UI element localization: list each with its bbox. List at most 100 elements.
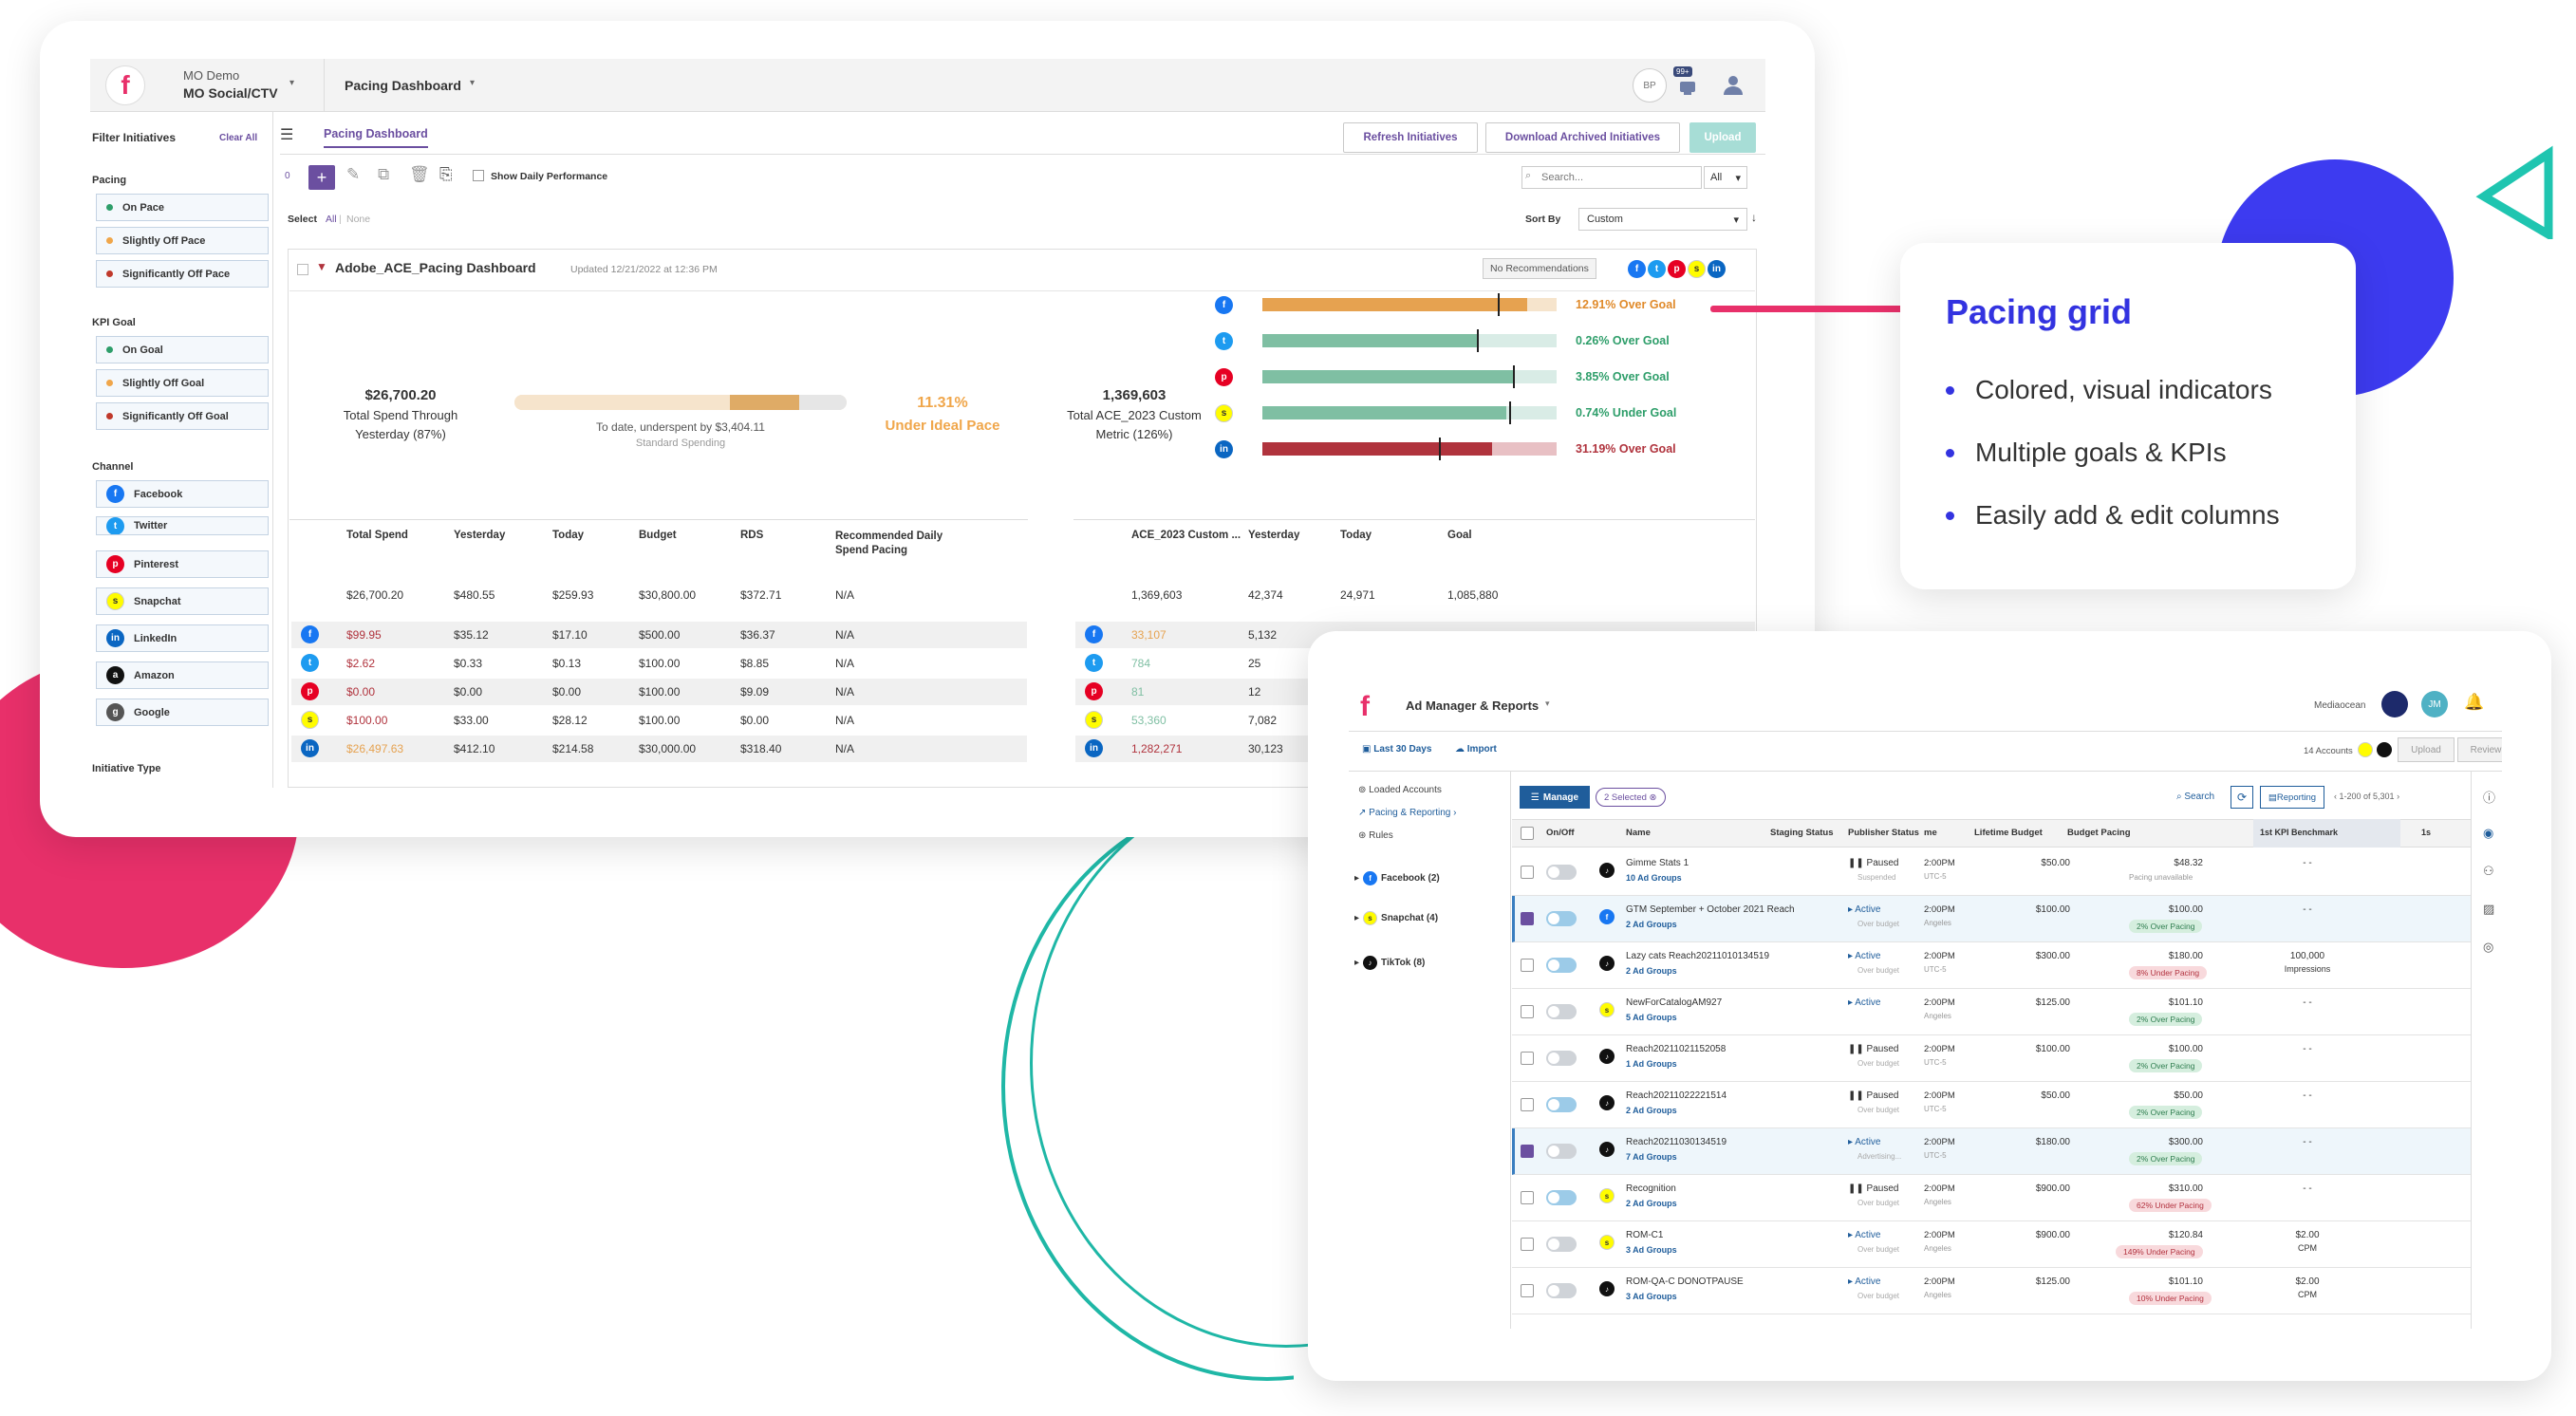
row-name[interactable]: Gimme Stats 1 <box>1626 858 1689 868</box>
sort-select[interactable]: Custom ▾ <box>1578 208 1747 231</box>
account-name[interactable]: MO Social/CTV <box>183 85 278 101</box>
row-name[interactable]: Reach20211030134519 <box>1626 1137 1727 1147</box>
row-ad-groups[interactable]: 3 Ad Groups <box>1626 1245 1677 1255</box>
upload-button[interactable]: Upload <box>2398 737 2455 762</box>
view-chevron-down-icon[interactable]: ▾ <box>470 78 475 88</box>
row-name[interactable]: Recognition <box>1626 1183 1676 1194</box>
metric-col-header[interactable]: Today <box>1340 530 1372 541</box>
edit-icon[interactable]: ✎ <box>346 165 360 184</box>
app-logo[interactable]: f <box>105 65 145 105</box>
select-all-checkbox[interactable] <box>1521 827 1534 840</box>
spend-col-header[interactable]: Budget <box>639 530 677 541</box>
on-off-toggle[interactable] <box>1546 865 1577 880</box>
row-ad-groups[interactable]: 2 Ad Groups <box>1626 1199 1677 1208</box>
clear-all-link[interactable]: Clear All <box>219 133 257 143</box>
filter-channel-pinterest[interactable]: p Pinterest <box>96 550 269 578</box>
spend-col-header[interactable]: Total Spend <box>346 530 408 541</box>
review-button[interactable]: Review <box>2457 737 2502 762</box>
copy-icon[interactable]: ⧉ <box>378 165 389 184</box>
row-ad-groups[interactable]: 2 Ad Groups <box>1626 1106 1677 1115</box>
filter-channel-twitter[interactable]: t Twitter <box>96 516 269 535</box>
filter-significantly-off-goal[interactable]: Significantly Off Goal <box>96 402 269 430</box>
manage-button[interactable]: ☰ Manage <box>1520 786 1590 809</box>
image-icon[interactable]: ▨ <box>2483 902 2494 917</box>
initiative-checkbox[interactable] <box>297 264 308 275</box>
row-checkbox[interactable] <box>1521 1052 1534 1065</box>
reporting-button[interactable]: ▤ Reporting <box>2260 786 2324 809</box>
row-name[interactable]: ROM-QA-C DONOTPAUSE <box>1626 1276 1744 1287</box>
on-off-toggle[interactable] <box>1546 958 1577 973</box>
tab-pacing-dashboard[interactable]: Pacing Dashboard <box>324 127 428 148</box>
row-checkbox[interactable] <box>1521 912 1534 925</box>
on-off-toggle[interactable] <box>1546 1144 1577 1159</box>
row-checkbox[interactable] <box>1521 959 1534 972</box>
metric-col-header[interactable]: Yesterday <box>1248 530 1299 541</box>
row-name[interactable]: Reach20211021152058 <box>1626 1044 1726 1054</box>
upload-button[interactable]: Upload <box>1689 122 1756 153</box>
spend-col-header[interactable]: Today <box>552 530 584 541</box>
on-off-toggle[interactable] <box>1546 1051 1577 1066</box>
info-icon[interactable]: ⓘ <box>2483 788 2495 806</box>
recommendations-badge[interactable]: No Recommendations <box>1483 258 1596 279</box>
col-budget-pacing[interactable]: Budget Pacing <box>2067 828 2131 838</box>
sort-direction-icon[interactable]: ↓ <box>1751 211 1757 224</box>
spend-col-header[interactable]: Recommended Daily Spend Pacing <box>835 530 968 558</box>
on-off-toggle[interactable] <box>1546 1097 1577 1112</box>
nav-group-facebook[interactable]: ▸ f Facebook (2) <box>1354 871 1440 885</box>
download-archived-button[interactable]: Download Archived Initiatives <box>1485 122 1680 153</box>
row-checkbox[interactable] <box>1521 1284 1534 1297</box>
compass-icon[interactable]: ◉ <box>2483 826 2493 841</box>
search-input[interactable]: Search... <box>1521 166 1702 189</box>
target-icon[interactable]: ◎ <box>2483 940 2493 955</box>
app-logo[interactable]: f <box>1360 691 1370 723</box>
org-logo[interactable] <box>2381 691 2408 717</box>
row-name[interactable]: Reach20211022221514 <box>1626 1090 1727 1101</box>
nav-rules[interactable]: ⊛ Rules <box>1358 830 1393 841</box>
filter-on-pace[interactable]: On Pace <box>96 194 269 221</box>
col-staging-status[interactable]: Staging Status <box>1770 828 1834 838</box>
filter-slightly-off-pace[interactable]: Slightly Off Pace <box>96 227 269 254</box>
row-name[interactable]: NewForCatalogAM927 <box>1626 997 1722 1008</box>
users-icon[interactable]: ⚇ <box>2483 864 2494 879</box>
menu-icon[interactable]: ☰ <box>280 125 293 144</box>
view-selector[interactable]: Pacing Dashboard <box>345 78 461 93</box>
select-all-link[interactable]: All <box>326 214 337 225</box>
row-checkbox[interactable] <box>1521 1238 1534 1251</box>
date-range[interactable]: ▣ Last 30 Days <box>1362 744 1431 755</box>
initiative-name[interactable]: Adobe_ACE_Pacing Dashboard <box>335 260 536 275</box>
import-link[interactable]: ☁ Import <box>1455 744 1497 755</box>
spend-col-header[interactable]: Yesterday <box>454 530 505 541</box>
refresh-initiatives-button[interactable]: Refresh Initiatives <box>1343 122 1478 153</box>
nav-loaded-accounts[interactable]: ⊚ Loaded Accounts <box>1358 785 1442 795</box>
add-initiative-button[interactable]: + <box>308 165 335 190</box>
spend-col-header[interactable]: RDS <box>740 530 763 541</box>
show-daily-checkbox[interactable] <box>473 170 484 181</box>
filter-channel-amazon[interactable]: a Amazon <box>96 661 269 689</box>
row-checkbox[interactable] <box>1521 866 1534 879</box>
collapse-caret-icon[interactable]: ▼ <box>316 260 327 273</box>
search-button[interactable]: ⌕ Search <box>2176 792 2214 802</box>
filter-slightly-off-goal[interactable]: Slightly Off Goal <box>96 369 269 397</box>
trash-icon[interactable]: 🗑 <box>409 165 430 184</box>
select-none-link[interactable]: None <box>346 214 370 225</box>
filter-channel-snapchat[interactable]: s Snapchat <box>96 587 269 615</box>
row-checkbox[interactable] <box>1521 1145 1534 1158</box>
title-chevron-down-icon[interactable]: ▾ <box>1545 699 1550 709</box>
row-ad-groups[interactable]: 2 Ad Groups <box>1626 920 1677 929</box>
on-off-toggle[interactable] <box>1546 1237 1577 1252</box>
metric-col-header[interactable]: ACE_2023 Custom ... <box>1131 530 1241 541</box>
metric-col-header[interactable]: Goal <box>1447 530 1472 541</box>
row-checkbox[interactable] <box>1521 1191 1534 1204</box>
filter-significantly-off-pace[interactable]: Significantly Off Pace <box>96 260 269 288</box>
selected-badge[interactable]: 2 Selected ⊗ <box>1596 788 1666 807</box>
notification-bell-icon[interactable]: 🔔 <box>2464 693 2484 712</box>
pagination[interactable]: ‹ 1-200 of 5,301 › <box>2334 792 2399 801</box>
ad-manager-title[interactable]: Ad Manager & Reports <box>1406 699 1539 713</box>
row-ad-groups[interactable]: 1 Ad Groups <box>1626 1059 1677 1069</box>
account-chevron-down-icon[interactable]: ▾ <box>289 78 294 88</box>
refresh-icon[interactable]: ⟳ <box>2231 786 2253 809</box>
col-time[interactable]: me <box>1924 828 1937 838</box>
filter-channel-linkedin[interactable]: in LinkedIn <box>96 624 269 652</box>
duplicate-icon[interactable]: ⎘ <box>439 165 453 184</box>
user-avatar[interactable]: JM <box>2421 691 2448 717</box>
